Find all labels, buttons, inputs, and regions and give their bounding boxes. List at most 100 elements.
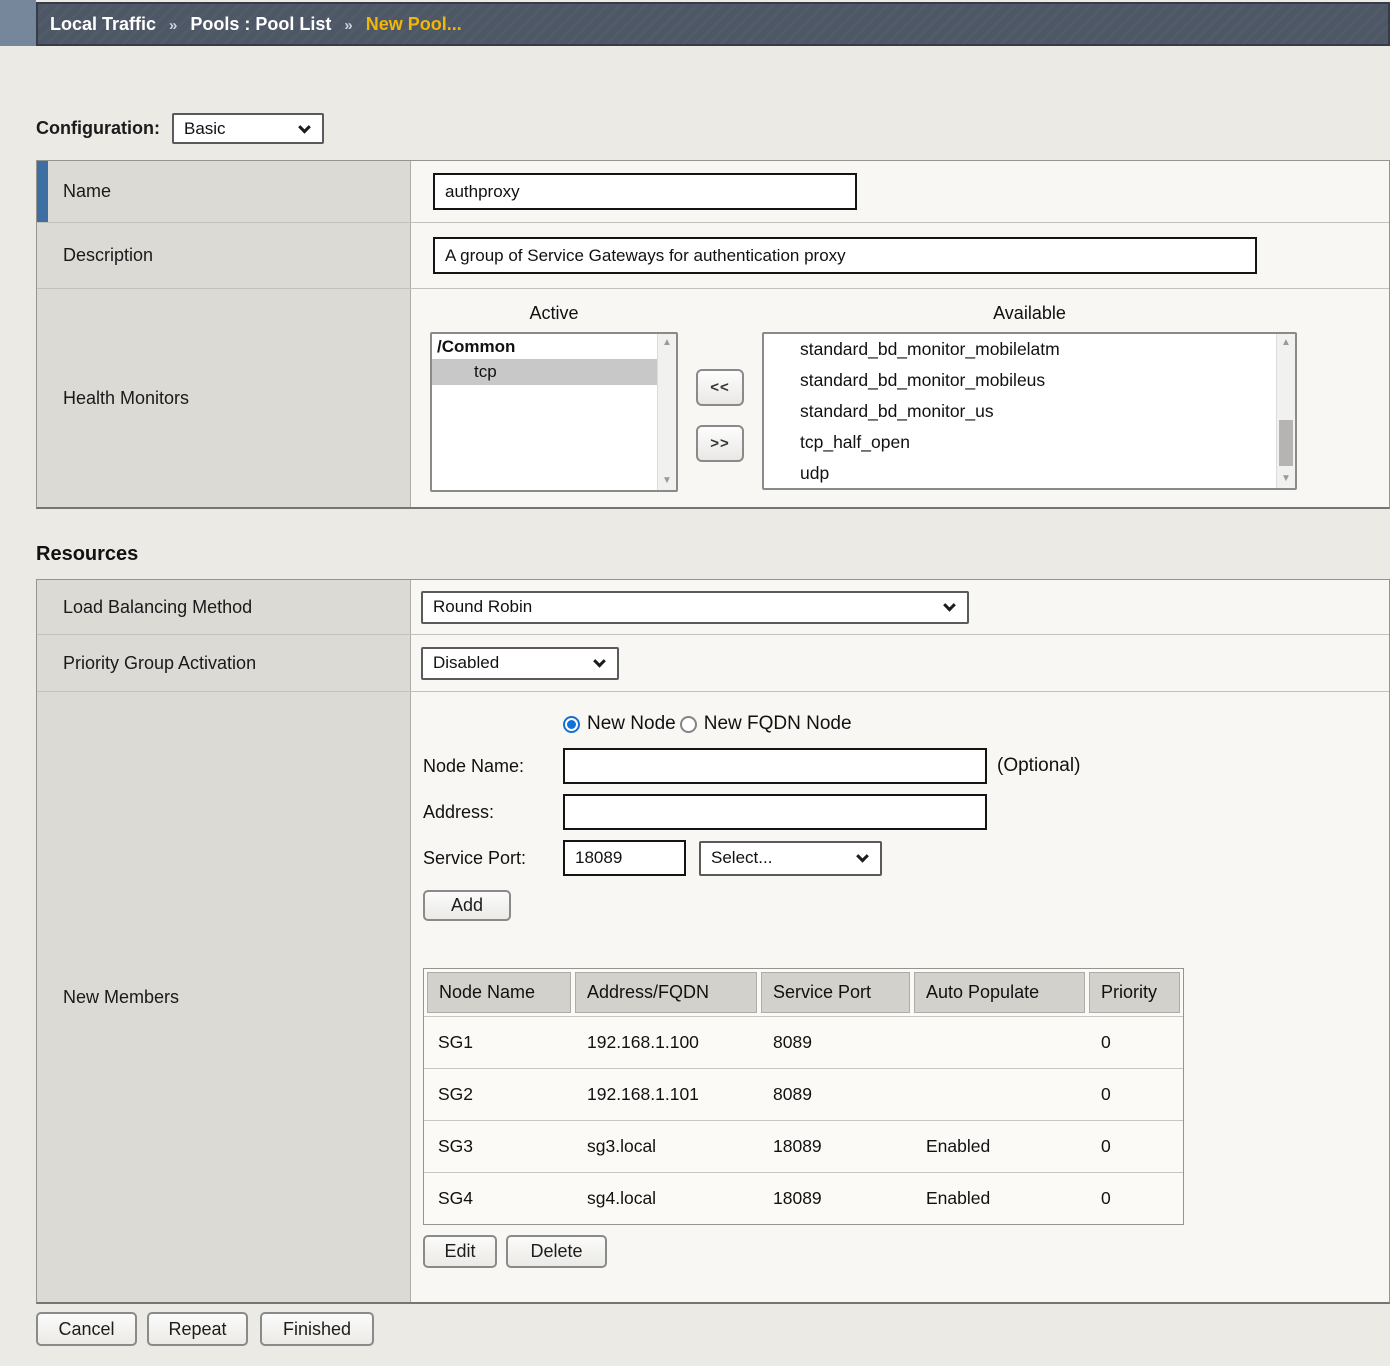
health-monitors-label-cell: Health Monitors	[37, 289, 411, 507]
name-label-cell: Name	[37, 161, 411, 222]
configuration-table: Name Description Health Monitors Active	[36, 160, 1390, 509]
column-header-priority[interactable]: Priority	[1089, 972, 1180, 1013]
chevron-down-icon	[298, 120, 311, 133]
cell-address: 192.168.1.101	[573, 1069, 759, 1120]
available-monitor-item[interactable]: udp	[764, 458, 1276, 489]
service-port-select-value: Select...	[711, 848, 772, 868]
move-to-available-button[interactable]: >>	[696, 425, 744, 462]
members-table-header: Node Name Address/FQDN Service Port Auto…	[424, 969, 1183, 1016]
service-port-input[interactable]	[563, 840, 686, 876]
load-balancing-row: Load Balancing Method Round Robin	[37, 580, 1389, 635]
service-port-select[interactable]: Select...	[699, 841, 882, 876]
scroll-up-icon[interactable]: ▲	[662, 334, 672, 352]
scroll-down-icon[interactable]: ▼	[1281, 470, 1291, 488]
load-balancing-select[interactable]: Round Robin	[421, 591, 969, 624]
column-header-auto-populate[interactable]: Auto Populate	[914, 972, 1085, 1013]
available-monitors-header: Available	[762, 303, 1297, 324]
cell-service-port: 8089	[759, 1017, 912, 1068]
load-balancing-select-value: Round Robin	[433, 597, 532, 617]
cell-priority: 0	[1087, 1069, 1183, 1120]
finished-button[interactable]: Finished	[260, 1312, 374, 1346]
breadcrumb-separator-icon: »	[169, 17, 177, 34]
configuration-select[interactable]: Basic	[172, 113, 324, 144]
breadcrumb-section[interactable]: Local Traffic	[50, 14, 156, 35]
breadcrumb-bar: Local Traffic » Pools : Pool List » New …	[0, 0, 1390, 46]
cell-priority: 0	[1087, 1173, 1183, 1224]
add-member-button[interactable]: Add	[423, 890, 511, 921]
edit-member-button[interactable]: Edit	[423, 1235, 497, 1268]
cell-address: sg3.local	[573, 1121, 759, 1172]
priority-group-select[interactable]: Disabled	[421, 647, 619, 680]
available-monitor-item[interactable]: standard_bd_monitor_mobileus	[764, 365, 1276, 396]
active-monitors-listbox[interactable]: /Common tcp ▲ ▼	[430, 332, 678, 492]
cell-service-port: 8089	[759, 1069, 912, 1120]
table-row[interactable]: SG2 192.168.1.101 8089 0	[424, 1068, 1183, 1120]
members-table: Node Name Address/FQDN Service Port Auto…	[423, 968, 1184, 1225]
table-row[interactable]: SG3 sg3.local 18089 Enabled 0	[424, 1120, 1183, 1172]
active-partition-group: /Common	[432, 334, 657, 359]
column-header-address-fqdn[interactable]: Address/FQDN	[575, 972, 757, 1013]
header-corner-block	[0, 0, 36, 46]
table-row[interactable]: SG4 sg4.local 18089 Enabled 0	[424, 1172, 1183, 1224]
name-label: Name	[63, 181, 111, 202]
available-listbox-scrollbar[interactable]: ▲ ▼	[1276, 334, 1295, 488]
cell-auto-populate	[912, 1017, 1087, 1068]
cell-address: sg4.local	[573, 1173, 759, 1224]
chevron-down-icon	[856, 850, 869, 863]
chevron-down-icon	[593, 655, 606, 668]
pool-name-input[interactable]	[433, 173, 857, 210]
priority-group-row: Priority Group Activation Disabled	[37, 635, 1389, 692]
new-node-radio[interactable]	[563, 716, 580, 733]
optional-note: (Optional)	[997, 755, 1080, 777]
service-port-label: Service Port:	[423, 848, 563, 869]
scroll-down-icon[interactable]: ▼	[662, 472, 672, 490]
active-listbox-scrollbar[interactable]: ▲ ▼	[657, 334, 676, 490]
cell-service-port: 18089	[759, 1173, 912, 1224]
description-row: Description	[37, 223, 1389, 289]
breadcrumb: Local Traffic » Pools : Pool List » New …	[36, 2, 1390, 46]
node-name-label: Node Name:	[423, 756, 563, 777]
new-members-label-cell: New Members	[37, 692, 411, 1302]
active-monitor-item[interactable]: tcp	[432, 359, 657, 385]
priority-group-label-cell: Priority Group Activation	[37, 635, 411, 691]
repeat-button[interactable]: Repeat	[147, 1312, 248, 1346]
cell-address: 192.168.1.100	[573, 1017, 759, 1068]
delete-member-button[interactable]: Delete	[506, 1235, 607, 1268]
pool-description-input[interactable]	[433, 237, 1257, 274]
new-fqdn-node-radio-label[interactable]: New FQDN Node	[704, 713, 852, 735]
scrollbar-thumb[interactable]	[1279, 420, 1293, 466]
cancel-button[interactable]: Cancel	[36, 1312, 137, 1346]
load-balancing-label-cell: Load Balancing Method	[37, 580, 411, 634]
address-input[interactable]	[563, 794, 987, 830]
health-monitors-row: Health Monitors Active /Common tcp ▲ ▼	[37, 289, 1389, 507]
table-row[interactable]: SG1 192.168.1.100 8089 0	[424, 1016, 1183, 1068]
breadcrumb-separator-icon: »	[344, 17, 352, 34]
priority-group-label: Priority Group Activation	[63, 653, 256, 674]
cell-node-name: SG1	[424, 1017, 573, 1068]
available-monitor-item[interactable]: standard_bd_monitor_mobilelatm	[764, 334, 1276, 365]
cell-auto-populate	[912, 1069, 1087, 1120]
chevron-down-icon	[943, 599, 956, 612]
cell-priority: 0	[1087, 1017, 1183, 1068]
description-label-cell: Description	[37, 223, 411, 288]
breadcrumb-subsection[interactable]: Pools : Pool List	[190, 14, 331, 35]
name-row: Name	[37, 161, 1389, 223]
available-monitor-item[interactable]: tcp_half_open	[764, 427, 1276, 458]
new-members-label: New Members	[63, 987, 179, 1008]
configuration-label: Configuration:	[36, 118, 160, 139]
breadcrumb-current-page: New Pool...	[366, 14, 462, 35]
scroll-up-icon[interactable]: ▲	[1281, 334, 1291, 352]
cell-node-name: SG4	[424, 1173, 573, 1224]
available-monitor-item[interactable]: standard_bd_monitor_us	[764, 396, 1276, 427]
node-name-input[interactable]	[563, 748, 987, 784]
description-label: Description	[63, 245, 153, 266]
move-to-active-button[interactable]: <<	[696, 369, 744, 406]
column-header-service-port[interactable]: Service Port	[761, 972, 910, 1013]
available-monitors-listbox[interactable]: standard_bd_monitor_mobilelatm standard_…	[762, 332, 1297, 490]
cell-auto-populate: Enabled	[912, 1173, 1087, 1224]
column-header-node-name[interactable]: Node Name	[427, 972, 571, 1013]
cell-node-name: SG2	[424, 1069, 573, 1120]
new-fqdn-node-radio[interactable]	[680, 716, 697, 733]
load-balancing-label: Load Balancing Method	[63, 597, 252, 618]
new-node-radio-label[interactable]: New Node	[587, 713, 676, 735]
